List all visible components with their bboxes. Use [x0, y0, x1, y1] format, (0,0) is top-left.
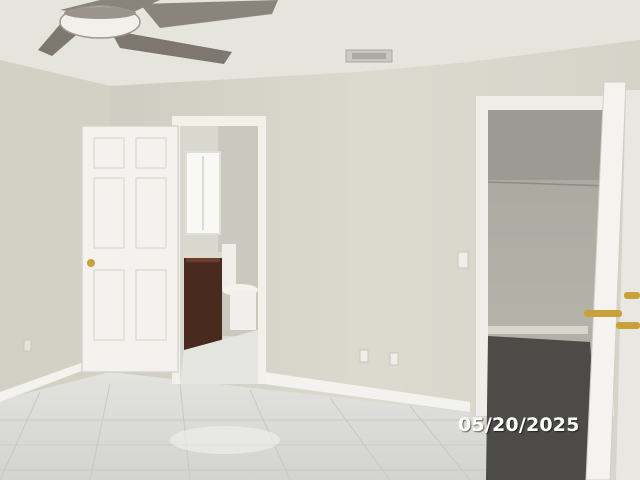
- wall-outlet: [359, 349, 369, 363]
- wall-outlet: [23, 339, 32, 352]
- bathroom-doorway: [172, 116, 266, 384]
- light-switch: [457, 251, 469, 269]
- bedroom-door[interactable]: [81, 125, 179, 373]
- door-knob[interactable]: [87, 259, 95, 267]
- date-stamp: 05/20/2025: [458, 414, 580, 436]
- wall-outlet: [389, 352, 399, 366]
- door-handle[interactable]: [616, 322, 640, 329]
- room-scene: [0, 0, 640, 480]
- door-handle[interactable]: [584, 310, 622, 317]
- room-photo: 05/20/2025: [0, 0, 640, 480]
- vanity-cabinet: [184, 256, 222, 350]
